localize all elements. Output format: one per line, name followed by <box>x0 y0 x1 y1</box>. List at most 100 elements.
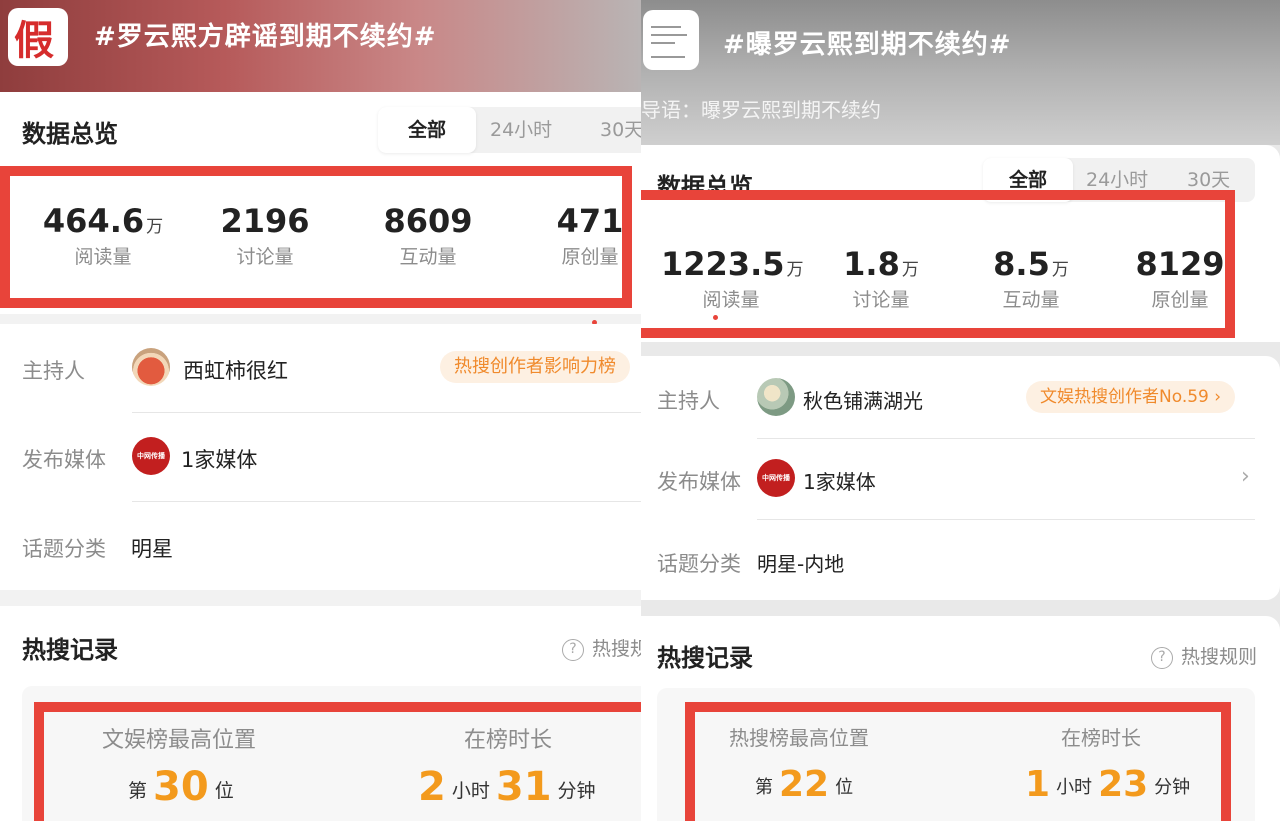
media-value[interactable]: 1家媒体 <box>181 444 257 474</box>
topic-thumbnail <box>643 10 699 70</box>
info-card: 主持人 秋色铺满湖光 文娱热搜创作者No.59 › 发布媒体 中网传播 1家媒体… <box>641 356 1280 600</box>
stat-value: 471 <box>556 202 624 240</box>
media-label: 发布媒体 <box>657 470 741 494</box>
row-divider <box>757 519 1255 520</box>
rank-label: 文娱榜最高位置 <box>102 728 257 753</box>
info-card: 主持人 西虹柿很红 热搜创作者影响力榜 发布媒体 中网传播 1家媒体 话题分类 … <box>0 324 641 590</box>
rank-prefix: 第 <box>755 777 773 798</box>
tab-24h[interactable]: 24小时 <box>1086 158 1148 202</box>
host-label: 主持人 <box>657 389 720 413</box>
rules-link-label: 热搜规 <box>592 638 641 660</box>
topic-title: #罗云熙方辟谣到期不续约# <box>94 22 437 52</box>
duration-minutes-unit: 分钟 <box>1154 777 1191 798</box>
stat-value: 2196 <box>220 202 310 240</box>
duration-hours: 2 <box>418 764 446 810</box>
overview-card: 数据总览 全部 24小时 30天 1223.5 万 阅读量 1.8 万 讨论量 8.… <box>641 145 1280 342</box>
rank-label: 热搜榜最高位置 <box>729 726 869 750</box>
stat-unit: 万 <box>1051 260 1069 280</box>
overview-title: 数据总览 <box>22 120 118 148</box>
category-value: 明星 <box>131 537 173 561</box>
rules-link[interactable]: ? 热搜规则 <box>1151 642 1257 669</box>
row-divider <box>757 438 1255 439</box>
record-card: 热搜记录 ? 热搜规则 热搜榜最高位置 第 22 位 在榜时长 1 小时 23 分钟 <box>641 616 1280 821</box>
stat-value: 1223.5 <box>661 245 785 283</box>
record-title: 热搜记录 <box>657 644 753 672</box>
row-divider <box>132 412 641 413</box>
rank-suffix: 位 <box>835 777 854 798</box>
duration-hours: 1 <box>1025 764 1051 805</box>
chevron-right-icon[interactable]: › <box>1241 464 1250 489</box>
rank-value: 第 30 位 <box>128 764 234 810</box>
lead-text: 导语：曝罗云熙到期不续约 <box>641 98 881 122</box>
host-name[interactable]: 秋色铺满湖光 <box>803 385 923 414</box>
duration-minutes-unit: 分钟 <box>557 780 596 802</box>
category-label: 话题分类 <box>657 552 741 576</box>
host-avatar <box>757 378 795 416</box>
help-icon: ? <box>562 638 584 661</box>
stat-unit: 万 <box>901 260 919 280</box>
overview-title: 数据总览 <box>657 173 753 201</box>
overview-card: 数据总览 全部 24小时 30天 464.6 万 阅读量 2196 讨论量 860… <box>0 92 641 325</box>
stat-originals: 471 原创量 <box>540 202 640 269</box>
stat-label: 阅读量 <box>702 289 760 311</box>
duration-hours-unit: 小时 <box>451 780 490 802</box>
stat-value: 8.5 <box>993 245 1050 283</box>
tab-all[interactable]: 全部 <box>983 158 1073 202</box>
thumbnail-fake-stamp: 假 <box>14 17 54 64</box>
host-rank-badge[interactable]: 热搜创作者影响力榜 <box>440 351 630 383</box>
right-screenshot: #曝罗云熙到期不续约# 导语：曝罗云熙到期不续约 数据总览 全部 24小时 30… <box>641 0 1280 821</box>
media-value[interactable]: 1家媒体 <box>803 466 876 495</box>
host-avatar <box>132 348 170 386</box>
stat-value: 8129 <box>1135 245 1225 283</box>
rules-link[interactable]: ? 热搜规 <box>562 634 641 661</box>
thumbnail-text-line <box>651 42 675 44</box>
host-label: 主持人 <box>22 359 85 383</box>
topic-thumbnail: 假 <box>8 8 68 66</box>
stat-label: 原创量 <box>561 246 619 268</box>
rank-number: 30 <box>153 764 209 810</box>
stat-label: 互动量 <box>399 246 457 268</box>
rank-value: 第 22 位 <box>755 764 853 805</box>
stat-reads: 464.6 万 阅读量 <box>38 202 168 269</box>
host-rank-badge[interactable]: 文娱热搜创作者No.59 › <box>1026 381 1236 413</box>
help-icon: ? <box>1151 646 1173 669</box>
stat-label: 阅读量 <box>74 246 132 268</box>
rank-number: 22 <box>779 764 830 805</box>
duration-label: 在榜时长 <box>464 728 553 753</box>
stat-value: 8609 <box>383 202 473 240</box>
host-name[interactable]: 西虹柿很红 <box>183 355 288 385</box>
stat-interactions: 8609 互动量 <box>368 202 488 269</box>
stat-value: 464.6 <box>42 202 145 240</box>
category-label: 话题分类 <box>22 537 106 561</box>
stat-label: 讨论量 <box>852 289 910 311</box>
time-range-tabs: 全部 24小时 30天 <box>378 107 641 153</box>
tab-30d[interactable]: 30天 <box>600 107 641 153</box>
tab-30d[interactable]: 30天 <box>1187 158 1230 202</box>
record-title: 热搜记录 <box>22 636 118 664</box>
stat-unit: 万 <box>146 217 164 237</box>
media-label: 发布媒体 <box>22 448 106 472</box>
stat-interactions: 8.5 万 互动量 <box>981 245 1081 312</box>
stat-label: 讨论量 <box>236 246 294 268</box>
duration-minutes: 23 <box>1098 764 1149 805</box>
thumbnail-text-line <box>651 56 685 58</box>
thumbnail-text-line <box>651 26 681 28</box>
topic-header: 假 #罗云熙方辟谣到期不续约# <box>0 0 641 92</box>
tab-all[interactable]: 全部 <box>378 107 476 153</box>
duration-label: 在榜时长 <box>1061 726 1141 750</box>
stat-originals: 8129 原创量 <box>1121 245 1239 312</box>
tab-24h[interactable]: 24小时 <box>490 107 552 153</box>
media-avatar: 中网传播 <box>757 459 795 497</box>
duration-value: 1 小时 23 分钟 <box>1025 764 1190 805</box>
duration-hours-unit: 小时 <box>1056 777 1093 798</box>
page-indicator-dot <box>713 315 718 320</box>
category-value: 明星-内地 <box>757 552 845 576</box>
stat-value: 1.8 <box>843 245 900 283</box>
stat-label: 互动量 <box>1002 289 1060 311</box>
rules-link-label: 热搜规则 <box>1181 646 1258 668</box>
thumbnail-text-line <box>651 34 687 36</box>
stat-discussions: 2196 讨论量 <box>205 202 325 269</box>
left-screenshot: 假 #罗云熙方辟谣到期不续约# 数据总览 全部 24小时 30天 464.6 万 … <box>0 0 641 821</box>
media-avatar: 中网传播 <box>132 437 170 475</box>
topic-header: #曝罗云熙到期不续约# 导语：曝罗云熙到期不续约 <box>641 0 1280 145</box>
